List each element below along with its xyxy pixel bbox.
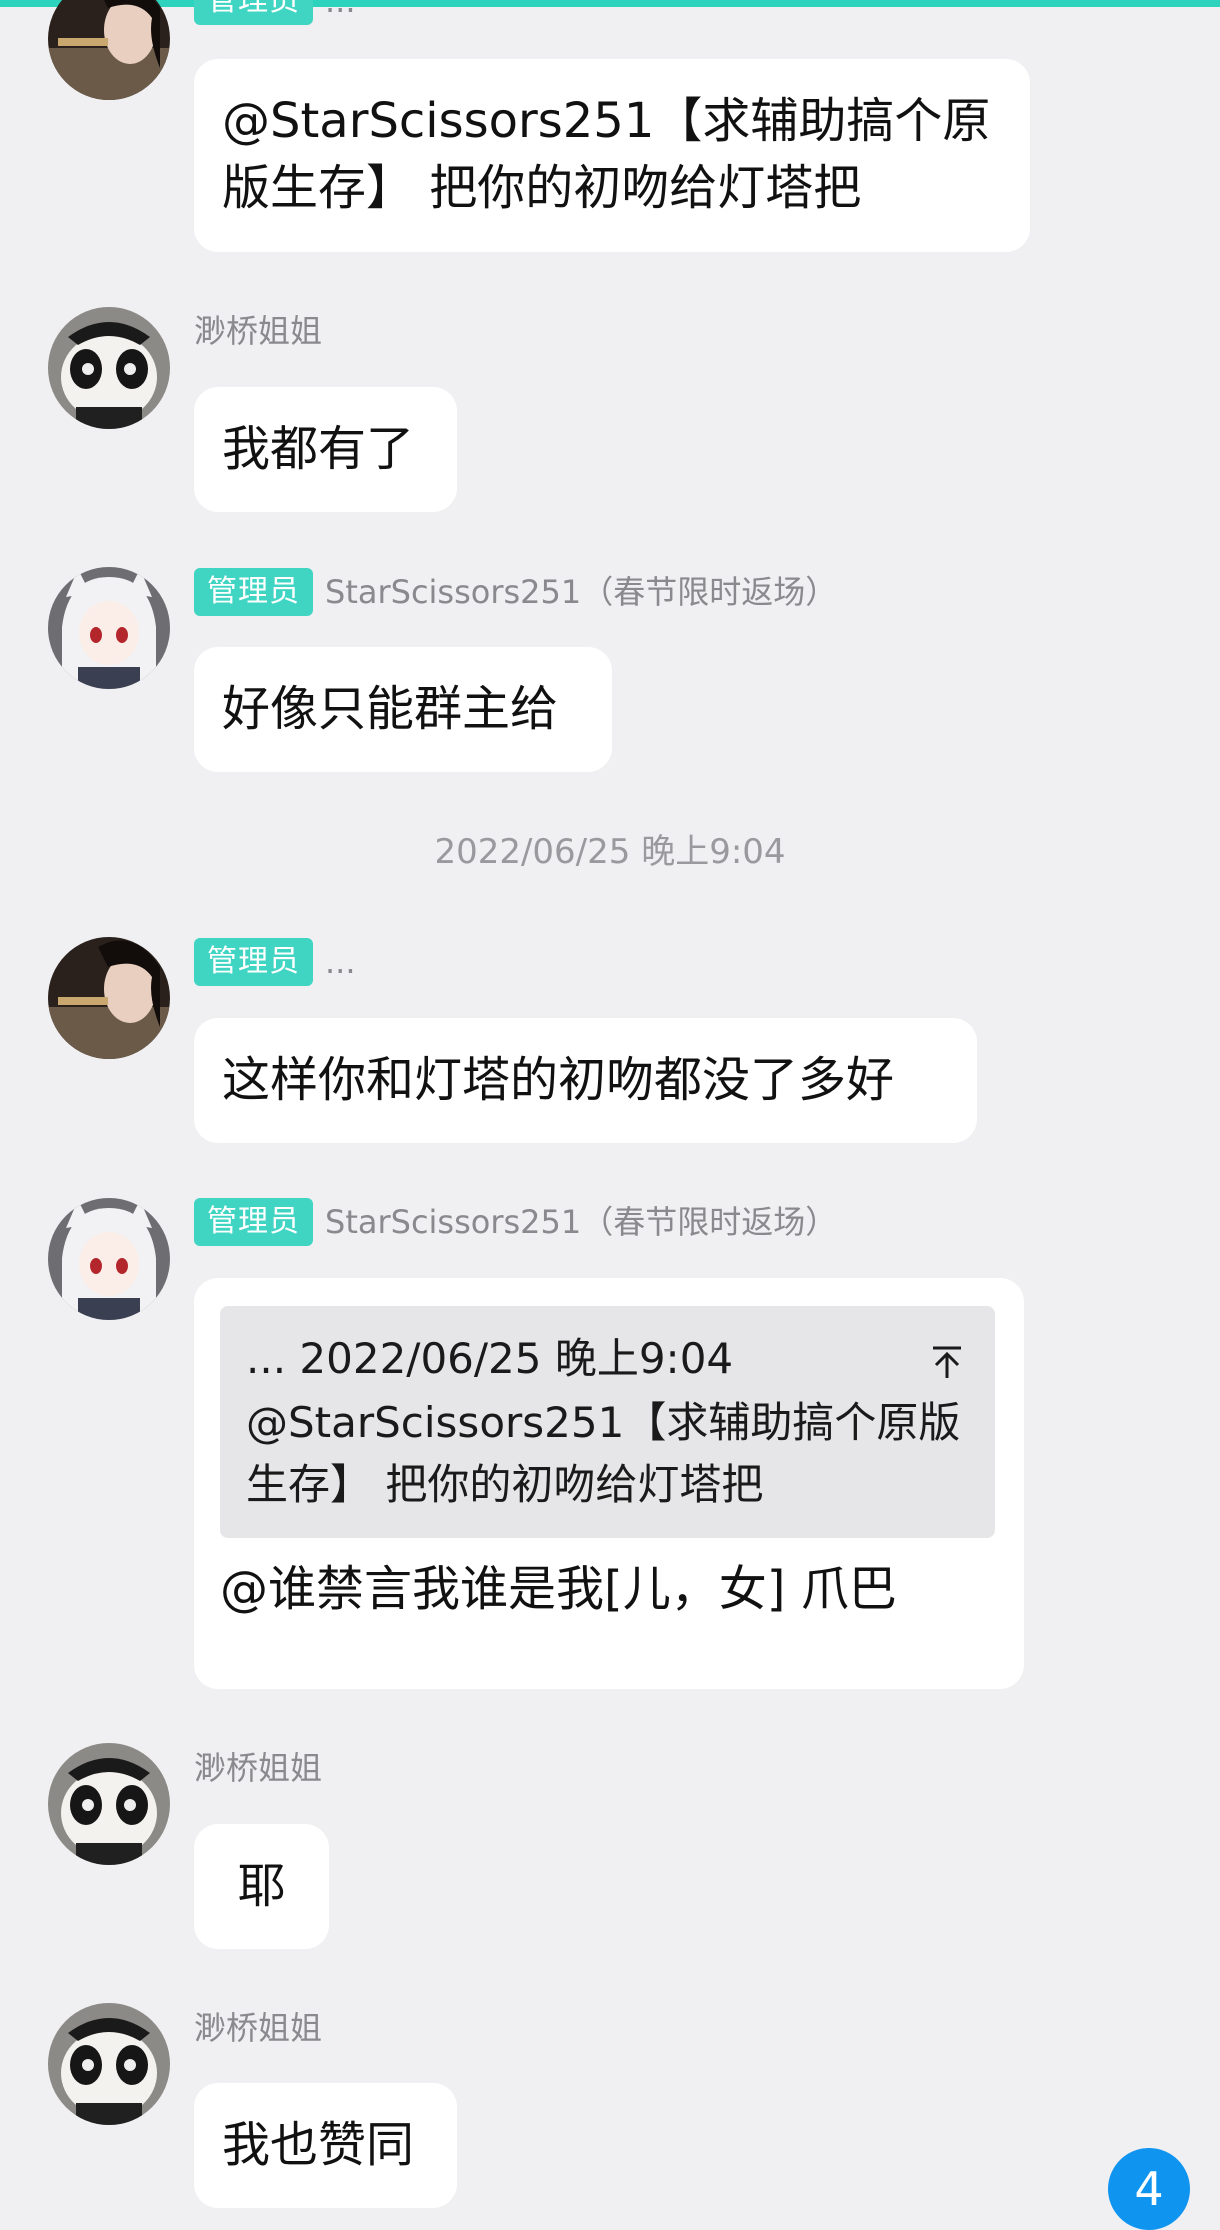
message-bubble[interactable]: 好像只能群主给 bbox=[194, 647, 612, 772]
avatar[interactable] bbox=[48, 567, 170, 689]
sender-row: 渺桥姐姐 bbox=[194, 2004, 322, 2052]
admin-badge: 管理员 bbox=[194, 568, 313, 616]
message-bubble[interactable]: 耶 bbox=[194, 1824, 329, 1949]
admin-badge: 管理员 bbox=[194, 1198, 313, 1246]
avatar[interactable] bbox=[48, 937, 170, 1059]
sender-row: 渺桥姐姐 bbox=[194, 1744, 322, 1792]
top-accent-bar bbox=[0, 0, 1220, 7]
admin-badge: 管理员 bbox=[194, 938, 313, 986]
sender-name[interactable]: 渺桥姐姐 bbox=[194, 2004, 322, 2052]
message-bubble[interactable]: 我也赞同 bbox=[194, 2083, 457, 2208]
sender-name[interactable]: 渺桥姐姐 bbox=[194, 1744, 322, 1792]
sender-row: 管理员 StarScissors251（春节限时返场） bbox=[194, 1198, 837, 1246]
sender-name[interactable]: StarScissors251（春节限时返场） bbox=[325, 568, 837, 616]
avatar[interactable] bbox=[48, 1198, 170, 1320]
timestamp-divider: 2022/06/25 晚上9:04 bbox=[434, 832, 786, 872]
sender-name[interactable]: ... bbox=[325, 938, 356, 986]
jump-to-original-icon[interactable] bbox=[925, 1337, 969, 1381]
sender-name[interactable]: StarScissors251（春节限时返场） bbox=[325, 1198, 837, 1246]
message-bubble[interactable]: ... 2022/06/25 晚上9:04 @StarScissors251【求… bbox=[194, 1278, 1024, 1689]
quote-text: 生存】 把你的初吻给灯塔把 bbox=[246, 1460, 764, 1509]
message-bubble[interactable]: @StarScissors251【求辅助搞个原 版生存】 把你的初吻给灯塔把 bbox=[194, 59, 1030, 252]
message-text: 好像只能群主给 bbox=[222, 681, 559, 737]
message-text: @StarScissors251【求辅助搞个原 bbox=[222, 93, 991, 149]
sender-row: 管理员 StarScissors251（春节限时返场） bbox=[194, 568, 837, 616]
message-bubble[interactable]: 这样你和灯塔的初吻都没了多好 bbox=[194, 1018, 977, 1143]
message-text: 这样你和灯塔的初吻都没了多好 bbox=[222, 1052, 895, 1108]
avatar[interactable] bbox=[48, 1743, 170, 1865]
sender-name[interactable]: ... bbox=[325, 0, 356, 25]
quote-header: ... 2022/06/25 晚上9:04 bbox=[246, 1334, 734, 1383]
quoted-message[interactable]: ... 2022/06/25 晚上9:04 @StarScissors251【求… bbox=[220, 1306, 995, 1538]
quote-text: @StarScissors251【求辅助搞个原版 bbox=[246, 1398, 961, 1447]
message-text: 耶 bbox=[237, 1858, 286, 1914]
avatar[interactable] bbox=[48, 307, 170, 429]
sender-row: 渺桥姐姐 bbox=[194, 307, 322, 355]
avatar[interactable] bbox=[48, 2003, 170, 2125]
message-text: 我也赞同 bbox=[222, 2117, 415, 2173]
admin-badge: 管理员 bbox=[194, 0, 313, 25]
message-text: @谁禁言我谁是我[儿，女] 爪巴 bbox=[220, 1561, 897, 1617]
sender-row: 管理员 ... bbox=[194, 938, 356, 986]
message-text: 我都有了 bbox=[222, 421, 415, 477]
sender-name[interactable]: 渺桥姐姐 bbox=[194, 307, 322, 355]
message-text: 版生存】 把你的初吻给灯塔把 bbox=[222, 160, 862, 216]
sender-row: 管理员 ... bbox=[194, 0, 356, 25]
avatar[interactable] bbox=[48, 0, 170, 100]
message-bubble[interactable]: 我都有了 bbox=[194, 387, 457, 512]
unread-count-badge[interactable]: 4 bbox=[1108, 2148, 1190, 2230]
